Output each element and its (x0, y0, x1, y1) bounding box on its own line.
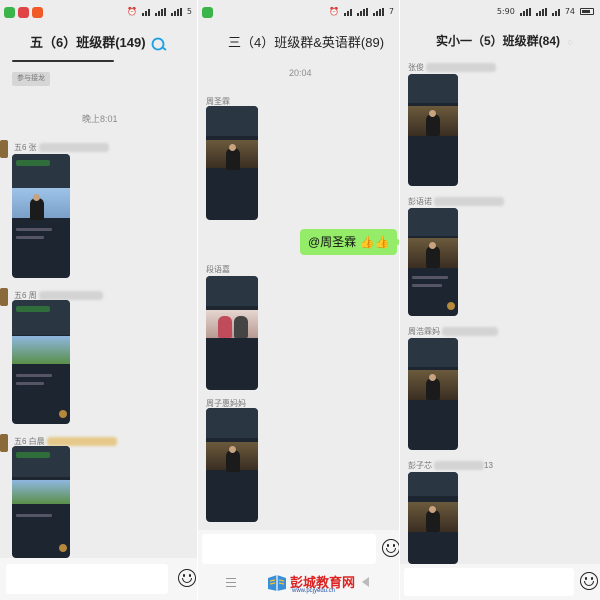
chat-title[interactable]: 三（4）班级群&英语群(89) (198, 32, 400, 58)
video-message[interactable] (408, 338, 458, 450)
message-sender: 段语嘉 (206, 265, 230, 274)
alarm-icon: ⏰ (328, 7, 339, 16)
group-avatar-icon[interactable] (151, 37, 167, 51)
emoji-icon[interactable] (580, 572, 598, 590)
message-sender: 周浩霖妈 (408, 326, 498, 337)
chat-window-1: ⏰ 5 五（6）班级群(149) 参与接龙 晚上8:01 五6 张 五6 周 五… (0, 0, 198, 600)
video-message[interactable] (12, 300, 70, 424)
video-message[interactable] (206, 276, 258, 390)
app-icon (18, 7, 29, 18)
wifi-icon (343, 8, 352, 16)
tag-participate[interactable]: 参与接龙 (12, 72, 50, 86)
input-bar (0, 558, 198, 600)
signal-icon (535, 7, 547, 16)
emoji-icon[interactable] (178, 569, 196, 587)
chat-window-3: 5:90 74 实小一（5）班级群(84) ◌ 张俊 彭语诺 周浩霖妈 彭子芯 … (400, 0, 600, 600)
chat-title-text: 三（4）班级群&英语群(89) (228, 35, 385, 50)
video-message[interactable] (12, 446, 70, 558)
avatar[interactable] (0, 140, 8, 158)
battery-text: 74 (564, 7, 575, 16)
watermark-url: www.pcjyedu.cn (292, 588, 336, 594)
chat-title[interactable]: 实小一（5）班级群(84) ◌ (400, 32, 600, 58)
signal-icon (372, 7, 384, 16)
app-icon (32, 7, 43, 18)
wechat-app-icon (4, 7, 15, 18)
wifi-icon (141, 8, 150, 16)
video-message[interactable] (12, 154, 70, 278)
message-input[interactable] (404, 568, 574, 596)
chat-window-2: ⏰ 7 三（4）班级群&英语群(89) 20:04 周圣霖 @周圣霖 👍👍 段语… (198, 0, 400, 600)
wechat-app-icon (202, 7, 213, 18)
status-bar: ⏰ 7 (198, 0, 400, 26)
signal-icon (170, 7, 182, 16)
status-bar: 5:90 74 (400, 0, 600, 26)
chat-title-text: 实小一（5）班级群(84) (436, 34, 561, 48)
video-message[interactable] (206, 408, 258, 522)
alarm-icon: ⏰ (126, 7, 137, 16)
video-message[interactable] (408, 74, 458, 186)
input-bar (400, 564, 600, 600)
title-underline (12, 60, 114, 62)
video-message[interactable] (206, 106, 258, 220)
watermark: 彭城教育网 www.pcjyedu.cn (266, 572, 376, 598)
status-bar: ⏰ 5 (0, 0, 198, 26)
avatar[interactable] (0, 434, 8, 452)
status-text: 7 (388, 7, 394, 16)
emoji-icon[interactable] (382, 539, 400, 557)
signal-icon (154, 7, 166, 16)
timestamp: 20:04 (289, 68, 312, 78)
video-message[interactable] (408, 208, 458, 316)
video-message[interactable] (408, 472, 458, 564)
menu-icon[interactable] (226, 578, 236, 587)
signal-icon (356, 7, 368, 16)
status-time: 5:90 (496, 7, 515, 16)
battery-icon (580, 8, 594, 15)
avatar[interactable] (0, 288, 8, 306)
signal-icon (519, 7, 531, 16)
wifi-icon (551, 8, 560, 16)
message-sender: 张俊 (408, 62, 496, 73)
message-input[interactable] (6, 564, 168, 594)
message-sender: 五6 张 (14, 142, 109, 153)
message-input[interactable] (202, 534, 376, 564)
message-sender: 彭语诺 (408, 196, 504, 207)
chat-title[interactable]: 五（6）班级群(149) (0, 32, 198, 58)
chat-bubble[interactable]: @周圣霖 👍👍 (300, 229, 400, 255)
message-sender: 彭子芯 13 (408, 461, 493, 471)
watermark-logo (268, 575, 286, 591)
timestamp: 晚上8:01 (82, 114, 118, 124)
chat-title-text: 五（6）班级群(149) (30, 35, 146, 50)
status-text: 5 (186, 7, 192, 16)
mute-icon: ◌ (567, 37, 573, 47)
